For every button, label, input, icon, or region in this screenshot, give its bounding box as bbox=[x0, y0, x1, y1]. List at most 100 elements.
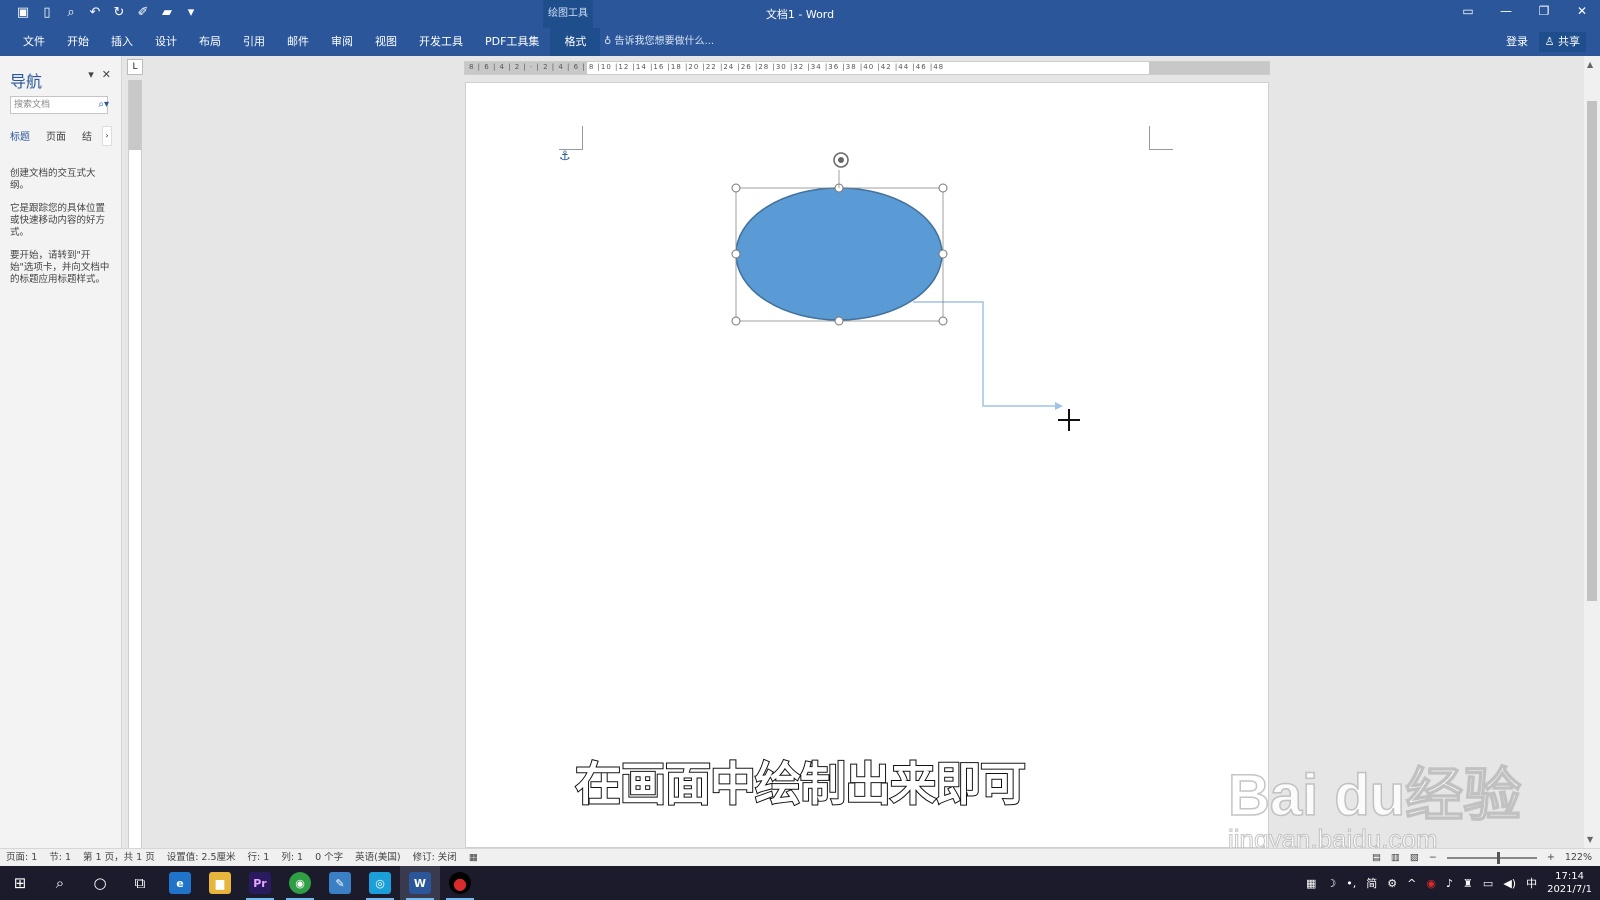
resize-handle[interactable] bbox=[731, 183, 741, 193]
status-page-count[interactable]: 第 1 页，共 1 页 bbox=[83, 849, 155, 866]
task-view-icon[interactable]: ⧉ bbox=[120, 866, 160, 900]
windows-start-icon[interactable]: ⊞ bbox=[0, 866, 40, 900]
status-page[interactable]: 页面: 1 bbox=[6, 849, 37, 866]
login-link[interactable]: 登录 bbox=[1506, 28, 1528, 56]
punctuation-icon[interactable]: •, bbox=[1346, 877, 1356, 890]
zoom-slider[interactable] bbox=[1446, 851, 1537, 864]
drawing-canvas[interactable] bbox=[725, 148, 1085, 428]
horizontal-ruler[interactable]: 8 | 6 | 4 | 2 | · | 2 | 4 | 6 | 8 |10 |1… bbox=[464, 61, 1270, 75]
search-icon[interactable]: ⌕▾ bbox=[98, 99, 109, 110]
ribbon-display-icon[interactable]: ▭ bbox=[1458, 4, 1478, 18]
tab-file[interactable]: 文件 bbox=[12, 28, 56, 56]
margin-corner-mark bbox=[1149, 126, 1173, 150]
zoom-slider-thumb[interactable] bbox=[1496, 851, 1500, 864]
premiere-icon[interactable]: Pr bbox=[240, 866, 280, 900]
zoom-in-icon[interactable]: + bbox=[1547, 849, 1555, 866]
nav-tab-headings[interactable]: 标题 bbox=[10, 128, 30, 143]
nav-options-icon[interactable]: ▾ bbox=[88, 68, 94, 81]
ellipse-shape[interactable] bbox=[735, 187, 943, 321]
window-controls: ▭ — ❐ ✕ bbox=[1458, 4, 1592, 18]
record-tray-icon[interactable]: ◉ bbox=[1426, 877, 1436, 890]
app-tray-icon[interactable]: ♜ bbox=[1463, 877, 1473, 890]
tab-stop-selector[interactable]: L bbox=[127, 59, 143, 75]
chrome-icon[interactable]: ◉ bbox=[280, 866, 320, 900]
watermark-brand: Bai du经验 bbox=[1227, 762, 1522, 829]
print-layout-icon[interactable]: ▥ bbox=[1391, 849, 1400, 866]
tell-me-text: 告诉我您想要做什么... bbox=[614, 36, 715, 47]
scrollbar-thumb[interactable] bbox=[1587, 101, 1597, 601]
nav-tabs-scroll-right-icon[interactable]: › bbox=[102, 126, 112, 146]
input-language[interactable]: 中 bbox=[1526, 875, 1537, 891]
tab-pdf-tools[interactable]: PDF工具集 bbox=[474, 28, 550, 56]
status-column[interactable]: 列: 1 bbox=[281, 849, 303, 866]
vertical-scrollbar[interactable]: ▲ ▼ bbox=[1584, 56, 1600, 848]
notes-glyph: ✎ bbox=[329, 872, 351, 894]
resize-handle[interactable] bbox=[938, 316, 948, 326]
settings-gear-icon[interactable]: ⚙ bbox=[1387, 877, 1397, 890]
word-icon[interactable]: W bbox=[400, 866, 440, 900]
edge-icon[interactable]: e bbox=[160, 866, 200, 900]
resize-handle[interactable] bbox=[834, 316, 844, 326]
status-position[interactable]: 设置值: 2.5厘米 bbox=[167, 849, 236, 866]
zoom-out-icon[interactable]: − bbox=[1429, 849, 1437, 866]
tab-design[interactable]: 设计 bbox=[144, 28, 188, 56]
notes-icon[interactable]: ✎ bbox=[320, 866, 360, 900]
tell-me-box[interactable]: ♁ 告诉我您想要做什么... bbox=[604, 28, 714, 56]
read-mode-icon[interactable]: ▤ bbox=[1372, 849, 1381, 866]
tab-developer[interactable]: 开发工具 bbox=[408, 28, 474, 56]
close-icon[interactable]: ✕ bbox=[1572, 4, 1592, 18]
keyboard-grid-icon[interactable]: ▦ bbox=[1306, 877, 1316, 890]
network-icon[interactable]: ▭ bbox=[1483, 877, 1493, 890]
status-language[interactable]: 英语(美国) bbox=[355, 849, 400, 866]
nav-close-icon[interactable]: ✕ bbox=[102, 68, 111, 81]
scroll-down-icon[interactable]: ▼ bbox=[1587, 835, 1593, 844]
scroll-up-icon[interactable]: ▲ bbox=[1587, 60, 1593, 69]
resize-handle[interactable] bbox=[938, 249, 948, 259]
status-bar: 页面: 1 节: 1 第 1 页，共 1 页 设置值: 2.5厘米 行: 1 列… bbox=[0, 848, 1600, 866]
microphone-icon[interactable]: ♪ bbox=[1446, 877, 1453, 890]
macro-record-icon[interactable]: ▦ bbox=[469, 849, 478, 866]
tab-home[interactable]: 开始 bbox=[56, 28, 100, 56]
file-explorer-icon[interactable]: ▆ bbox=[200, 866, 240, 900]
video-subtitle: 在画面中绘制出来即可 bbox=[574, 756, 1027, 812]
nav-tab-results[interactable]: 结 bbox=[82, 128, 92, 143]
recorder-glyph: ● bbox=[449, 872, 471, 894]
status-word-count[interactable]: 0 个字 bbox=[315, 849, 343, 866]
anchor-icon[interactable]: ⚓ bbox=[559, 149, 571, 164]
status-line[interactable]: 行: 1 bbox=[248, 849, 270, 866]
system-clock[interactable]: 17:14 2021/7/1 bbox=[1547, 870, 1592, 896]
rotate-handle-icon[interactable] bbox=[833, 152, 849, 168]
nav-search-input[interactable]: 搜索文档 bbox=[10, 96, 108, 114]
search-icon[interactable]: ⌕ bbox=[40, 866, 80, 900]
cortana-icon[interactable]: ○ bbox=[80, 866, 120, 900]
ime-mode[interactable]: 简 bbox=[1366, 875, 1377, 891]
tab-layout[interactable]: 布局 bbox=[188, 28, 232, 56]
tab-view[interactable]: 视图 bbox=[364, 28, 408, 56]
resize-handle[interactable] bbox=[731, 316, 741, 326]
moon-icon[interactable]: ☽ bbox=[1326, 877, 1336, 890]
tab-review[interactable]: 审阅 bbox=[320, 28, 364, 56]
zoom-level[interactable]: 122% bbox=[1565, 849, 1592, 866]
messenger-icon[interactable]: ◎ bbox=[360, 866, 400, 900]
tray-expand-icon[interactable]: ^ bbox=[1407, 877, 1416, 890]
vertical-ruler[interactable] bbox=[128, 80, 142, 848]
restore-icon[interactable]: ❐ bbox=[1534, 4, 1554, 18]
status-track-changes[interactable]: 修订: 关闭 bbox=[413, 849, 457, 866]
recorder-icon[interactable]: ● bbox=[440, 866, 480, 900]
minimize-icon[interactable]: — bbox=[1496, 4, 1516, 18]
ribbon-tab-bar: 文件 开始 插入 设计 布局 引用 邮件 审阅 视图 开发工具 PDF工具集 格… bbox=[0, 28, 1600, 56]
connector-line[interactable] bbox=[913, 301, 1055, 407]
tab-format[interactable]: 格式 bbox=[550, 28, 601, 56]
status-section[interactable]: 节: 1 bbox=[49, 849, 71, 866]
resize-handle[interactable] bbox=[731, 249, 741, 259]
ruler-tick-labels: 8 | 6 | 4 | 2 | · | 2 | 4 | 6 | 8 |10 |1… bbox=[469, 63, 945, 71]
volume-icon[interactable]: ◀) bbox=[1503, 877, 1516, 890]
share-button[interactable]: ♙ 共享 bbox=[1538, 32, 1586, 52]
tab-mailings[interactable]: 邮件 bbox=[276, 28, 320, 56]
tab-insert[interactable]: 插入 bbox=[100, 28, 144, 56]
tab-references[interactable]: 引用 bbox=[232, 28, 276, 56]
web-layout-icon[interactable]: ▧ bbox=[1410, 849, 1419, 866]
resize-handle[interactable] bbox=[938, 183, 948, 193]
edge-glyph: e bbox=[169, 872, 191, 894]
nav-tab-pages[interactable]: 页面 bbox=[46, 128, 66, 143]
